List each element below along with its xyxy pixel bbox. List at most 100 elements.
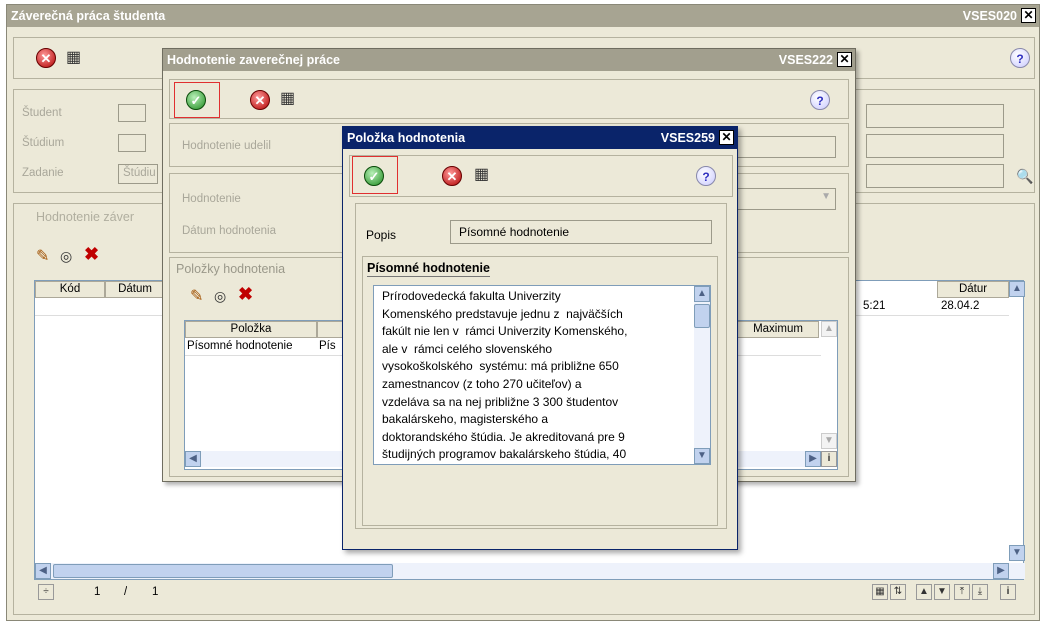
polozky-info-icon[interactable]: i: [821, 451, 837, 467]
studium-label: Štúdium: [22, 137, 65, 149]
text-line: študijných programov bakalárskeho štúdia…: [382, 447, 627, 462]
polozka-titlebar: Položka hodnotenia VSES259 ✕: [343, 127, 737, 149]
move-top-icon[interactable]: ⤒: [954, 584, 970, 600]
edit-icon[interactable]: ✎: [190, 286, 203, 306]
popis-value: Písomné hodnotenie: [459, 225, 570, 239]
polozky-row-cut: Pís: [319, 340, 336, 352]
polozka-close-icon[interactable]: ✕: [719, 130, 734, 145]
textarea-scroll-down[interactable]: ▼: [694, 448, 710, 464]
polozka-dialog: Položka hodnotenia VSES259 ✕ ✓ ✕ ▦ ? Pop…: [342, 126, 738, 550]
datum-label: Dátum hodnotenia: [182, 225, 276, 237]
pager-separator: /: [124, 586, 128, 598]
popis-label: Popis: [366, 228, 397, 242]
col-header-polozka[interactable]: Položka: [185, 321, 317, 338]
edit-icon[interactable]: ✎: [36, 246, 49, 266]
ok-icon[interactable]: ✓: [364, 166, 384, 186]
main-hscroll[interactable]: ◀ ▶: [35, 563, 1025, 579]
books-icon[interactable]: ▦: [474, 164, 489, 184]
main-section-title: Hodnotenie záver: [36, 210, 134, 224]
textarea-scroll-up[interactable]: ▲: [694, 286, 710, 302]
hodnotenie-titlebar: Hodnotenie zaverečnej práce VSES222 ✕: [163, 49, 855, 71]
pisomne-text: Prírodovedecká fakulta Univerzity Komensk…: [382, 288, 692, 464]
move-down-icon[interactable]: ▼: [934, 584, 950, 600]
cancel-icon[interactable]: ✕: [36, 48, 56, 68]
col-header-datum[interactable]: Dátum: [105, 281, 165, 298]
student-label: Študent: [22, 107, 62, 119]
chevron-down-icon[interactable]: ▼: [821, 191, 831, 202]
pager-nav-icon[interactable]: ÷: [38, 584, 54, 600]
polozka-window-code: VSES259: [660, 131, 715, 145]
udelil-field[interactable]: [730, 136, 836, 158]
main-scroll-right[interactable]: ▶: [993, 563, 1009, 579]
move-up-icon[interactable]: ▲: [916, 584, 932, 600]
main-close-icon[interactable]: ✕: [1021, 8, 1036, 23]
polozka-toolbar: ✓ ✕ ▦ ?: [349, 155, 733, 197]
info-icon[interactable]: i: [1000, 584, 1016, 600]
text-line: doktorandského štúdia. Je akreditovaná p…: [382, 429, 625, 444]
main-scroll-left[interactable]: ◀: [35, 563, 51, 579]
main-hscroll-thumb[interactable]: [53, 564, 393, 578]
polozky-scroll-down[interactable]: ▼: [821, 433, 837, 449]
row-date-cell: 28.04.2: [941, 300, 980, 312]
help-icon[interactable]: ?: [1010, 48, 1030, 68]
hodnotenie-title: Hodnotenie zaverečnej práce: [167, 53, 340, 67]
text-line: zamestnancov (z toho 270 učiteľov) a: [382, 376, 582, 391]
main-title: Záverečná práca študenta: [11, 9, 166, 23]
pisomne-group: Písomné hodnotenie Prírodovedecká fakult…: [362, 256, 718, 526]
ok-icon[interactable]: ✓: [186, 90, 206, 110]
pager-total: 1: [152, 586, 159, 598]
zadanie-label: Zadanie: [22, 167, 64, 179]
view-icon[interactable]: ◎: [60, 248, 72, 265]
pisomne-textarea[interactable]: Prírodovedecká fakulta Univerzity Komensk…: [373, 285, 711, 465]
studium-field[interactable]: [118, 134, 146, 152]
zadanie-field[interactable]: Štúdiu: [118, 164, 158, 184]
polozka-body: Popis Písomné hodnotenie Písomné hodnote…: [355, 203, 727, 529]
col-header-datum-right[interactable]: Dátur: [937, 281, 1009, 298]
main-scroll-up[interactable]: ▲: [1009, 281, 1025, 297]
col-header-kod[interactable]: Kód: [35, 281, 105, 298]
polozky-scroll-left[interactable]: ◀: [185, 451, 201, 467]
col-header-maximum[interactable]: Maximum: [737, 321, 819, 338]
help-icon[interactable]: ?: [696, 166, 716, 186]
polozka-title: Položka hodnotenia: [347, 131, 466, 145]
text-line: vzdeláva sa na nej približne 3 300 štude…: [382, 394, 619, 409]
polozky-title: Položky hodnotenia: [176, 262, 286, 276]
text-line: fakúlt nie len v rámci Univerzity Komens…: [382, 324, 628, 339]
text-line: vysokoškolského systému: má približne 65…: [382, 359, 619, 374]
popis-field[interactable]: Písomné hodnotenie: [450, 220, 712, 244]
delete-icon[interactable]: ✖: [84, 244, 99, 265]
cancel-icon[interactable]: ✕: [442, 166, 462, 186]
text-line: Prírodovedecká fakulta Univerzity: [382, 289, 561, 303]
polozky-scroll-right[interactable]: ▶: [805, 451, 821, 467]
delete-icon[interactable]: ✖: [238, 284, 253, 305]
right-field-2[interactable]: [866, 134, 1004, 158]
pisomne-group-title: Písomné hodnotenie: [367, 261, 490, 277]
pager: ÷ 1 / 1 ▦ ⇅ ▲ ▼ ⤒ ⤓ i: [34, 582, 1024, 602]
student-field[interactable]: [118, 104, 146, 122]
right-field-1[interactable]: [866, 104, 1004, 128]
grid-icon[interactable]: ▦: [872, 584, 888, 600]
text-line: bakalárskeho, magisterského a: [382, 412, 549, 427]
main-scroll-down[interactable]: ▼: [1009, 545, 1025, 561]
polozky-row-cell: Písomné hodnotenie: [187, 340, 293, 352]
books-icon[interactable]: ▦: [280, 88, 295, 108]
cancel-icon[interactable]: ✕: [250, 90, 270, 110]
textarea-scroll-thumb[interactable]: [694, 304, 710, 328]
main-window-code: VSES020: [962, 9, 1017, 23]
udelil-label: Hodnotenie udelil: [182, 140, 271, 152]
pager-current: 1: [94, 586, 101, 598]
main-titlebar: Záverečná práca študenta VSES020 ✕: [7, 5, 1039, 27]
row-time-cell: 5:21: [863, 300, 886, 312]
hodnotenie-toolbar: ✓ ✕ ▦ ?: [169, 79, 849, 119]
hodnotenie-select[interactable]: ▼: [730, 188, 836, 210]
right-field-3[interactable]: [866, 164, 1004, 188]
move-bottom-icon[interactable]: ⤓: [972, 584, 988, 600]
help-icon[interactable]: ?: [810, 90, 830, 110]
hodnotenie-close-icon[interactable]: ✕: [837, 52, 852, 67]
books-icon[interactable]: ▦: [66, 47, 81, 67]
sort-icon[interactable]: ⇅: [890, 584, 906, 600]
polozky-scroll-up[interactable]: ▲: [821, 321, 837, 337]
view-icon[interactable]: ◎: [214, 288, 226, 305]
textarea-vscroll[interactable]: ▲ ▼: [694, 286, 710, 464]
search-icon[interactable]: 🔍: [1016, 168, 1033, 185]
